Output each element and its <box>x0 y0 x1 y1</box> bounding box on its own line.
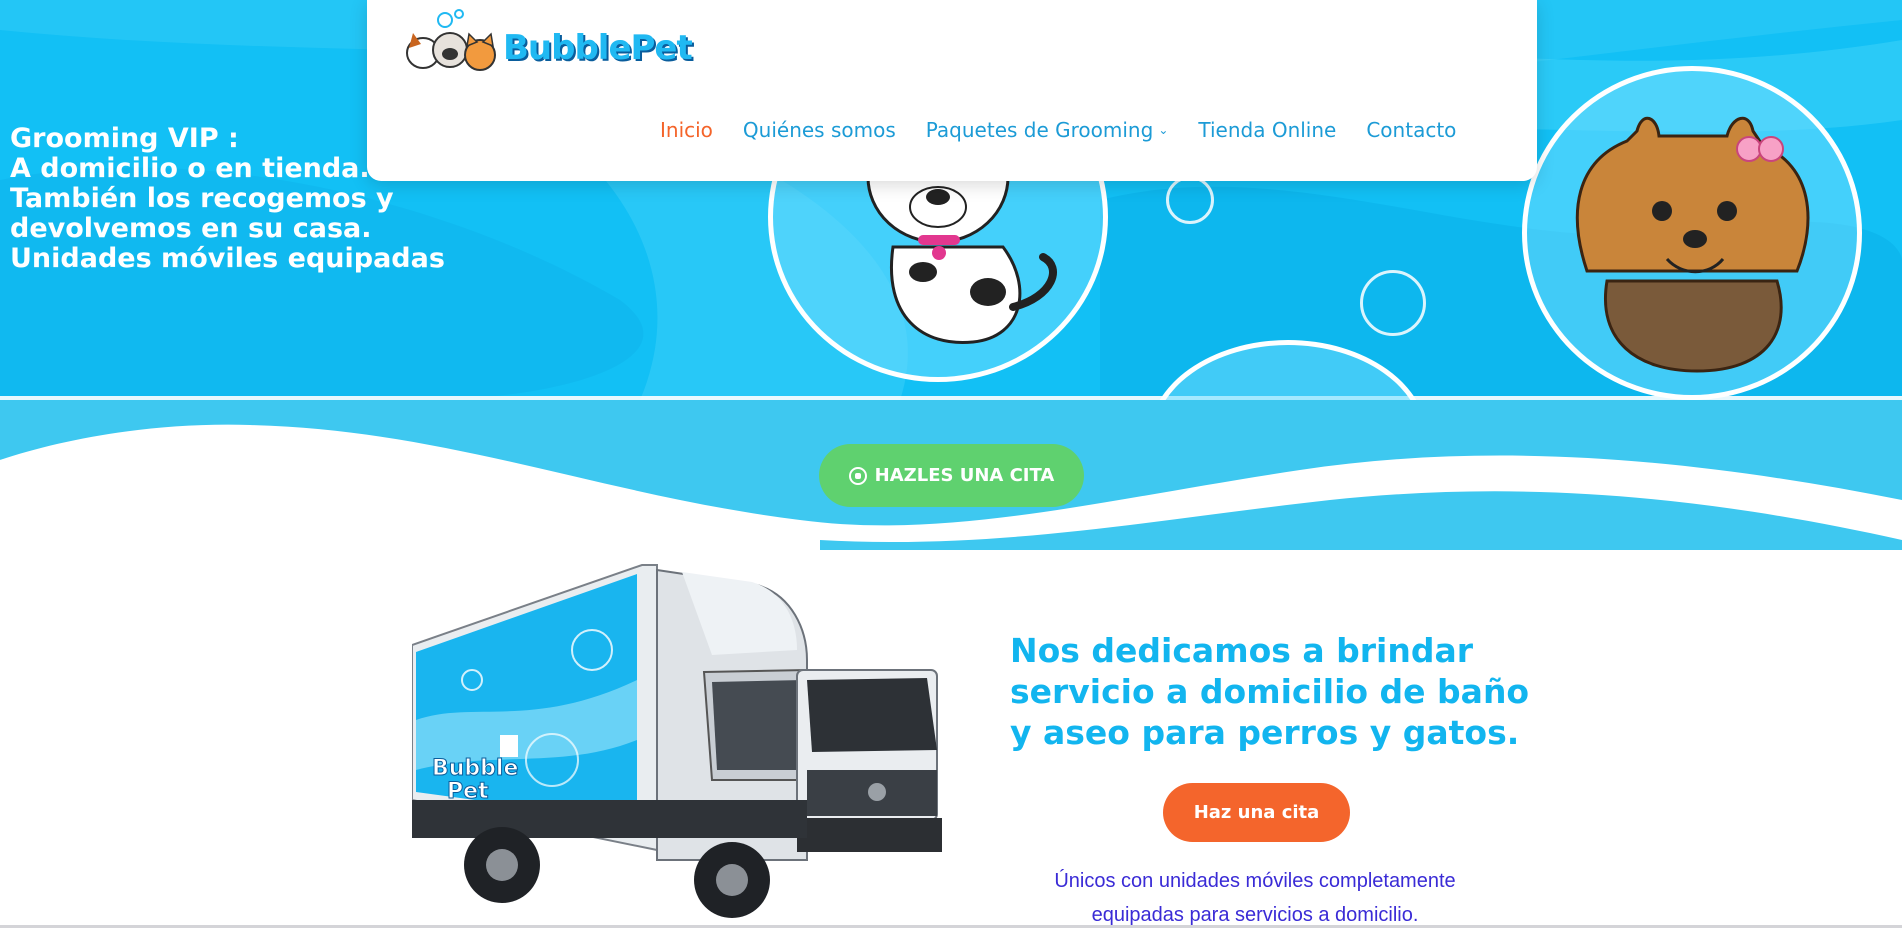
brand-logo[interactable]: BubblePet <box>403 8 693 78</box>
nav-item-quienes-somos[interactable]: Quiénes somos <box>743 118 896 142</box>
nav-item-label: Paquetes de Grooming <box>925 118 1154 142</box>
main-nav: Inicio Quiénes somos Paquetes de Groomin… <box>660 118 1486 142</box>
hero-line: También los recogemos y <box>10 183 394 214</box>
nav-item-label: Contacto <box>1366 118 1457 142</box>
about-heading: Nos dedicamos a brindar servicio a domic… <box>1010 631 1530 752</box>
hero-line: devolvemos en su casa. <box>10 213 372 244</box>
small-bubble <box>1360 270 1426 336</box>
nav-item-tienda[interactable]: Tienda Online <box>1198 118 1336 142</box>
nav-item-inicio[interactable]: Inicio <box>660 118 713 142</box>
make-appointment-button[interactable]: Haz una cita <box>1163 783 1350 842</box>
chevron-down-icon: ⌄ <box>1158 123 1169 137</box>
whatsapp-button-label: HAZLES UNA CITA <box>874 465 1055 486</box>
nav-item-contacto[interactable]: Contacto <box>1366 118 1456 142</box>
whatsapp-icon <box>848 466 867 485</box>
whatsapp-appointment-button[interactable]: HAZLES UNA CITA <box>819 444 1084 507</box>
pets-logo-icon <box>406 9 496 71</box>
yorkie-illustration <box>1575 117 1810 373</box>
nav-item-label: Tienda Online <box>1198 118 1337 142</box>
truck-brand-text: Bubble <box>432 756 518 781</box>
small-bubble <box>1166 176 1214 224</box>
dog-bubble-right <box>1522 66 1862 400</box>
nav-item-label: Inicio <box>660 118 713 142</box>
mobile-grooming-truck-image: Bubble Pet <box>412 564 942 918</box>
site-header: BubblePet Inicio Quiénes somos Paquetes … <box>367 0 1537 181</box>
about-description: Únicos con unidades móviles completament… <box>1054 870 1456 926</box>
brand-name: BubblePet <box>503 28 693 68</box>
nav-item-label: Quiénes somos <box>742 118 896 142</box>
hero-line: Unidades móviles equipadas <box>10 243 445 274</box>
nav-item-paquetes[interactable]: Paquetes de Grooming ⌄ <box>926 118 1169 142</box>
